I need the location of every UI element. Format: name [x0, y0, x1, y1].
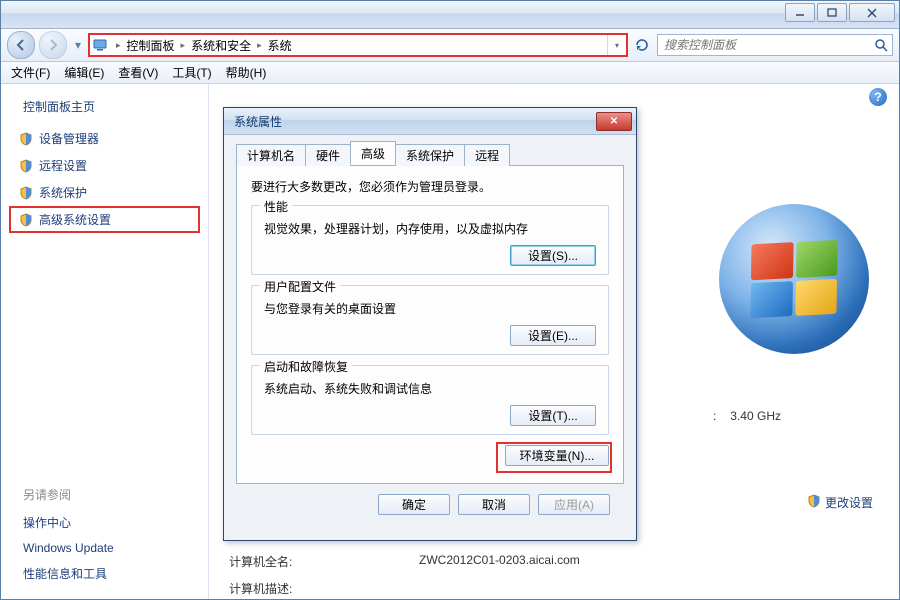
sidebar-item-remote-settings[interactable]: 远程设置	[1, 152, 208, 179]
startup-recovery-title: 启动和故障恢复	[260, 358, 352, 375]
sidebar-link-performance-info[interactable]: 性能信息和工具	[1, 560, 208, 587]
breadcrumb-item[interactable]: 系统	[266, 37, 294, 54]
user-profile-text: 与您登录有关的桌面设置	[264, 300, 596, 317]
full-name-value: ZWC2012C01-0203.aicai.com	[419, 553, 580, 570]
chevron-right-icon: ▸	[255, 40, 264, 51]
dialog-title: 系统属性	[234, 113, 282, 130]
breadcrumb[interactable]: ▸ 控制面板 ▸ 系统和安全 ▸ 系统	[110, 37, 298, 54]
close-button[interactable]	[849, 3, 895, 22]
user-profile-settings-button[interactable]: 设置(E)...	[510, 325, 596, 346]
refresh-button[interactable]	[631, 34, 653, 56]
search-icon[interactable]	[870, 38, 892, 52]
sidebar-item-label: 高级系统设置	[39, 211, 111, 228]
help-icon[interactable]: ?	[869, 88, 887, 106]
shield-icon	[19, 159, 33, 173]
menu-bar: 文件(F) 编辑(E) 查看(V) 工具(T) 帮助(H)	[1, 62, 899, 84]
back-button[interactable]	[7, 31, 35, 59]
change-settings-link[interactable]: 更改设置	[807, 494, 873, 511]
chevron-right-icon: ▸	[179, 40, 188, 51]
sidebar-item-device-manager[interactable]: 设备管理器	[1, 125, 208, 152]
startup-recovery-text: 系统启动、系统失败和调试信息	[264, 380, 596, 397]
environment-variables-button[interactable]: 环境变量(N)...	[505, 445, 609, 466]
breadcrumb-item[interactable]: 系统和安全	[189, 37, 253, 54]
breadcrumb-bar[interactable]: ▸ 控制面板 ▸ 系统和安全 ▸ 系统 ▾	[89, 34, 627, 56]
user-profile-title: 用户配置文件	[260, 278, 340, 295]
tab-hardware[interactable]: 硬件	[305, 144, 351, 166]
sidebar-link-windows-update[interactable]: Windows Update	[1, 536, 208, 560]
windows-logo	[719, 204, 869, 354]
navigation-bar: ▾ ▸ 控制面板 ▸ 系统和安全 ▸ 系统 ▾	[1, 29, 899, 62]
cpu-speed-value: :3.40 GHz	[713, 409, 781, 423]
dialog-footer: 确定 取消 应用(A)	[236, 484, 624, 515]
search-box[interactable]	[657, 34, 893, 56]
sidebar-link-action-center[interactable]: 操作中心	[1, 509, 208, 536]
dialog-titlebar[interactable]: 系统属性 ✕	[224, 108, 636, 135]
performance-settings-button[interactable]: 设置(S)...	[510, 245, 596, 266]
sidebar-item-label: 系统保护	[39, 184, 87, 201]
ok-button[interactable]: 确定	[378, 494, 450, 515]
full-name-label: 计算机全名:	[229, 553, 379, 570]
window-titlebar	[1, 1, 899, 29]
menu-file[interactable]: 文件(F)	[5, 62, 56, 83]
tab-page-advanced: 要进行大多数更改，您必须作为管理员登录。 性能 视觉效果，处理器计划，内存使用，…	[236, 166, 624, 484]
chevron-right-icon: ▸	[114, 40, 123, 51]
sidebar-item-label: 远程设置	[39, 157, 87, 174]
env-button-row: 环境变量(N)...	[251, 445, 609, 466]
menu-help[interactable]: 帮助(H)	[220, 62, 273, 83]
performance-text: 视觉效果，处理器计划，内存使用，以及虚拟内存	[264, 220, 596, 237]
startup-recovery-settings-button[interactable]: 设置(T)...	[510, 405, 596, 426]
explorer-window: ▾ ▸ 控制面板 ▸ 系统和安全 ▸ 系统 ▾ 文件(F) 编辑(E) 查看(V…	[0, 0, 900, 600]
sidebar-home-link[interactable]: 控制面板主页	[1, 98, 208, 125]
computer-icon	[90, 37, 110, 53]
tab-advanced[interactable]: 高级	[350, 141, 396, 165]
shield-icon	[807, 494, 821, 511]
breadcrumb-dropdown-icon[interactable]: ▾	[607, 35, 626, 55]
change-settings-label: 更改设置	[825, 494, 873, 511]
computer-info-section: 计算机全名: ZWC2012C01-0203.aicai.com 计算机描述:	[229, 553, 879, 600]
sidebar-item-system-protection[interactable]: 系统保护	[1, 179, 208, 206]
menu-tools[interactable]: 工具(T)	[166, 62, 217, 83]
performance-group: 性能 视觉效果，处理器计划，内存使用，以及虚拟内存 设置(S)...	[251, 205, 609, 275]
apply-button[interactable]: 应用(A)	[538, 494, 610, 515]
performance-title: 性能	[260, 198, 292, 215]
sidebar: 控制面板主页 设备管理器 远程设置 系统保护 高级系统设置 另请参阅 操作中心 …	[1, 84, 209, 600]
sidebar-item-label: 设备管理器	[39, 130, 99, 147]
forward-button[interactable]	[39, 31, 67, 59]
sidebar-item-advanced-settings[interactable]: 高级系统设置	[9, 206, 200, 233]
shield-icon	[19, 132, 33, 146]
breadcrumb-item[interactable]: 控制面板	[125, 37, 177, 54]
tab-remote[interactable]: 远程	[464, 144, 510, 166]
search-input[interactable]	[658, 38, 870, 52]
menu-edit[interactable]: 编辑(E)	[58, 62, 110, 83]
startup-recovery-group: 启动和故障恢复 系统启动、系统失败和调试信息 设置(T)...	[251, 365, 609, 435]
tab-computer-name[interactable]: 计算机名	[236, 144, 306, 166]
tab-system-protection[interactable]: 系统保护	[395, 144, 465, 166]
maximize-button[interactable]	[817, 3, 847, 22]
minimize-button[interactable]	[785, 3, 815, 22]
dialog-body: 计算机名 硬件 高级 系统保护 远程 要进行大多数更改，您必须作为管理员登录。 …	[224, 135, 636, 515]
shield-icon	[19, 186, 33, 200]
shield-icon	[19, 213, 33, 227]
cancel-button[interactable]: 取消	[458, 494, 530, 515]
menu-view[interactable]: 查看(V)	[112, 62, 164, 83]
description-label: 计算机描述:	[229, 580, 379, 597]
dialog-tabs: 计算机名 硬件 高级 系统保护 远程	[236, 143, 624, 166]
user-profile-group: 用户配置文件 与您登录有关的桌面设置 设置(E)...	[251, 285, 609, 355]
system-properties-dialog: 系统属性 ✕ 计算机名 硬件 高级 系统保护 远程 要进行大多数更改，您必须作为…	[223, 107, 637, 541]
admin-note: 要进行大多数更改，您必须作为管理员登录。	[251, 178, 609, 195]
dialog-close-button[interactable]: ✕	[596, 112, 632, 131]
sidebar-also-title: 另请参阅	[1, 486, 208, 509]
history-dropdown-icon[interactable]: ▾	[71, 34, 85, 56]
